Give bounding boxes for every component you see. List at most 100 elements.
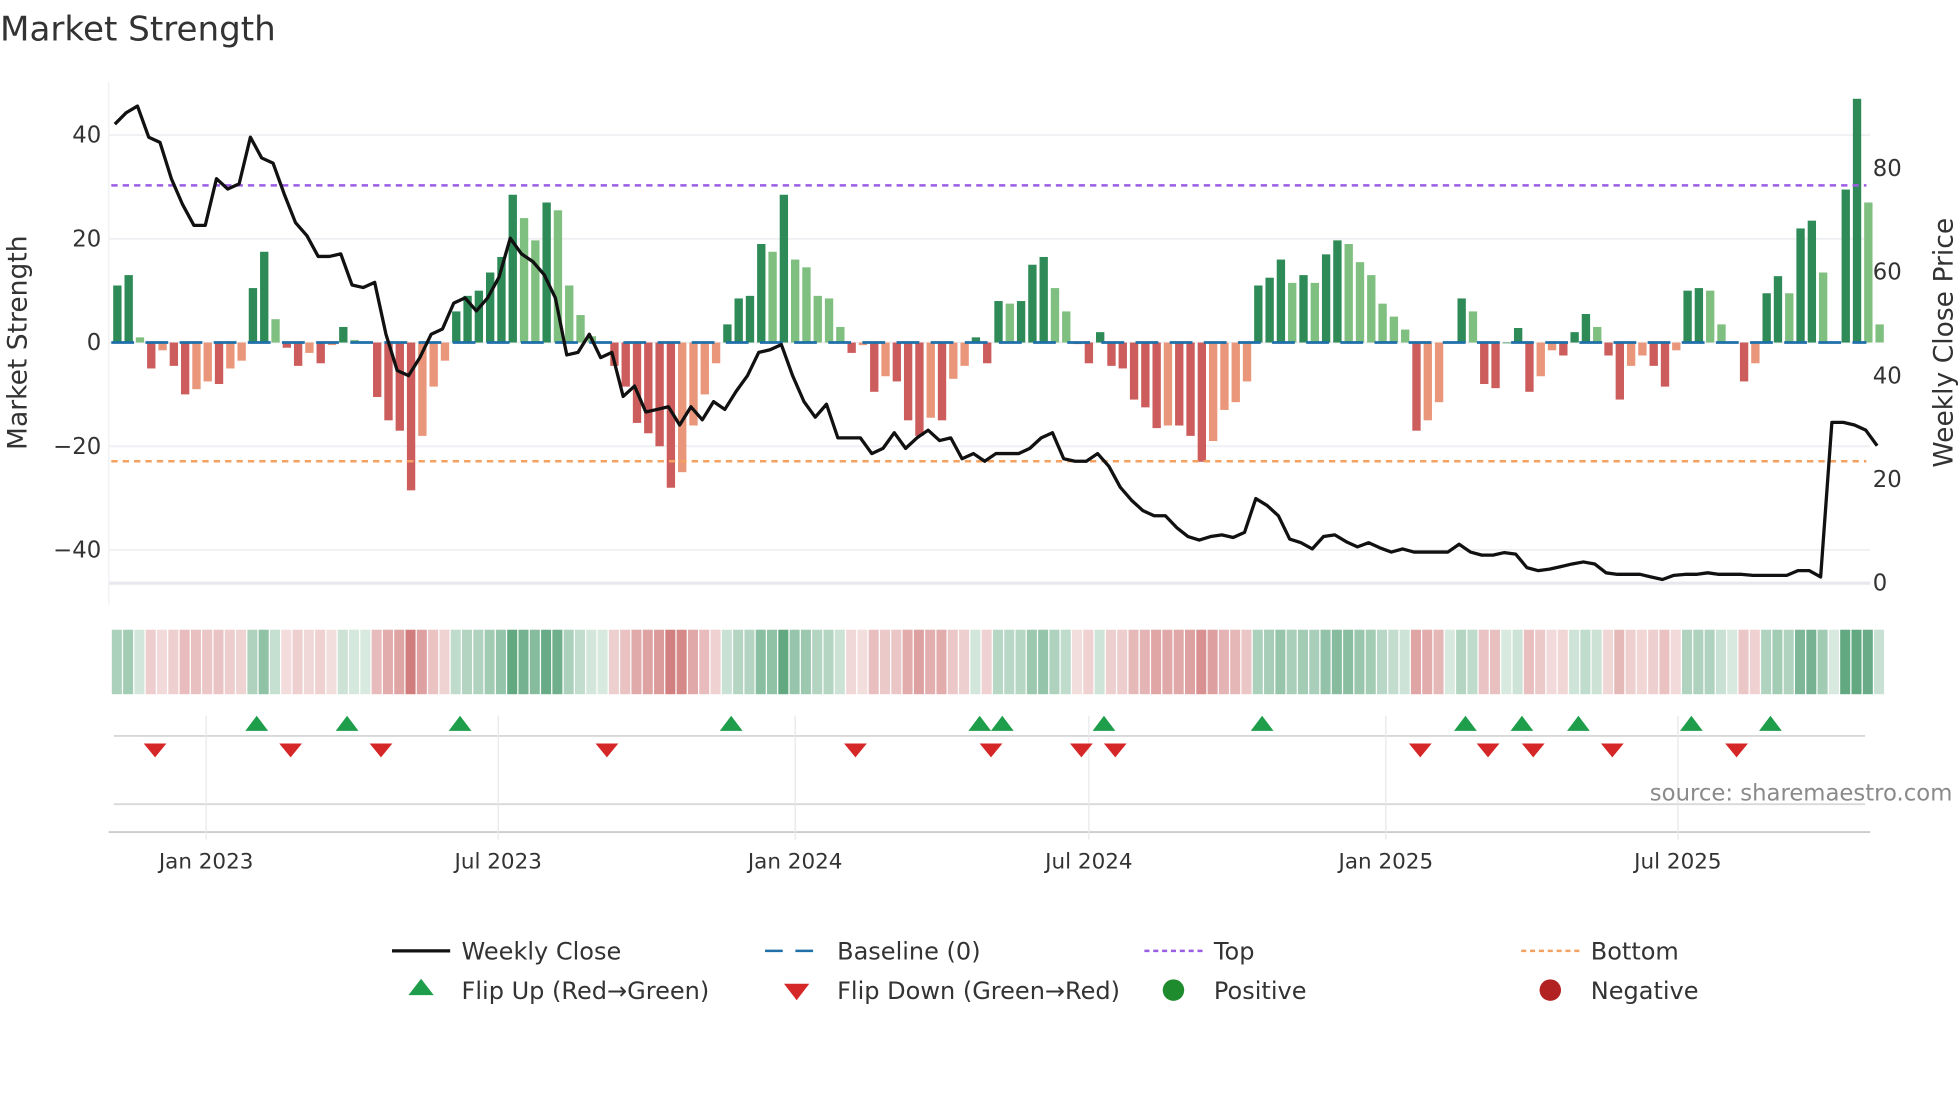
heat-cell [1648, 629, 1659, 695]
flip-down-marker [1103, 743, 1127, 758]
strength-bar [339, 326, 348, 343]
y-tick-label: 20 [72, 226, 101, 252]
legend-label: Top [1213, 938, 1255, 966]
heat-cell [1591, 629, 1602, 695]
heat-cell [145, 629, 156, 695]
strength-bar [1288, 282, 1297, 343]
heat-cell [981, 629, 992, 695]
flip-up-marker [335, 715, 359, 731]
strength-bar [949, 342, 958, 379]
heat-cell [1546, 629, 1557, 695]
heat-cell [868, 629, 879, 695]
strength-bar [621, 342, 630, 387]
strength-bar [1220, 342, 1229, 410]
strength-bar [1096, 332, 1105, 343]
strength-bar [768, 251, 777, 343]
heat-cell [608, 629, 619, 695]
strength-bar [1321, 254, 1331, 343]
heat-cell [1670, 629, 1681, 695]
heat-cell [959, 629, 970, 695]
flip-up-marker [1680, 715, 1703, 731]
strength-bar [1864, 202, 1873, 343]
legend-label: Weekly Close [462, 938, 622, 966]
heat-cell [913, 629, 924, 695]
strength-bar [1333, 240, 1342, 343]
strength-bar [1649, 342, 1658, 366]
strength-bar [903, 342, 913, 421]
heat-cell [360, 629, 371, 695]
strength-bar [1084, 342, 1094, 364]
y2-tick-label: 60 [1873, 260, 1902, 286]
strength-bar [1841, 189, 1850, 343]
heat-cell [755, 629, 766, 695]
heat-cell [1501, 629, 1512, 695]
legend-triangle-down-icon [784, 983, 810, 1001]
heat-cell [947, 629, 958, 695]
strength-bar [1231, 342, 1240, 403]
heat-cell [1038, 629, 1049, 695]
heat-cell [992, 629, 1003, 695]
flip-up-marker [448, 715, 472, 731]
heat-cell [111, 629, 122, 695]
strength-bar [1502, 342, 1512, 344]
strength-bar [531, 240, 540, 343]
heat-cell [1252, 629, 1263, 695]
heat-cell [1388, 629, 1399, 695]
heat-cell [642, 629, 653, 695]
strength-bar [1536, 342, 1545, 377]
heat-cell [1286, 629, 1297, 695]
strength-bar [1796, 228, 1805, 343]
strength-bar [1107, 342, 1116, 366]
y-tick-label: 40 [72, 123, 101, 149]
legend-label: Negative [1591, 977, 1699, 1005]
heat-cell [1727, 629, 1738, 695]
strength-bar [1129, 342, 1139, 400]
heat-cell [857, 629, 868, 695]
y-tick-label: −40 [53, 538, 101, 564]
strength-bar [147, 342, 156, 369]
heat-cell [1614, 629, 1625, 695]
strength-bar [632, 342, 642, 423]
heat-cell [473, 629, 484, 695]
reference-lines [111, 184, 1867, 463]
heat-cell [902, 629, 913, 695]
heat-cell [1354, 629, 1365, 695]
strength-bar [576, 315, 585, 343]
market-strength-chart: Market Strength Market Strength Weekly C… [0, 9, 1959, 1005]
heat-cell [1049, 629, 1060, 695]
flip-up-marker [719, 715, 743, 731]
heat-cell [1105, 629, 1116, 695]
flip-down-marker [844, 743, 867, 758]
strength-bar [802, 267, 811, 343]
strength-bar [644, 342, 653, 434]
heat-cell [1060, 629, 1071, 695]
heat-cell [586, 629, 597, 695]
flip-up-marker [1250, 715, 1274, 731]
strength-bar [1875, 324, 1884, 343]
strength-bar [271, 319, 280, 343]
heat-cell [224, 629, 235, 695]
strength-bar [1491, 342, 1500, 389]
heat-cell [1715, 629, 1726, 695]
heat-cell [710, 629, 721, 695]
heat-cell [1331, 629, 1342, 695]
strength-bar [892, 342, 902, 382]
strength-bar [180, 342, 190, 395]
heat-cell [1817, 629, 1828, 695]
strength-bar [1355, 262, 1365, 343]
legend-label: Bottom [1591, 938, 1679, 966]
heat-cell [1207, 629, 1218, 695]
strength-bar [169, 342, 179, 366]
strength-bar [1694, 288, 1704, 343]
y-tick-label: 0 [87, 330, 101, 356]
heat-cell [439, 629, 450, 695]
strength-bar [1672, 342, 1681, 351]
heat-cell [371, 629, 382, 695]
strength-bar [1208, 342, 1218, 442]
heat-cell [733, 629, 744, 695]
strength-bar [1604, 342, 1613, 356]
heat-cell [326, 629, 337, 695]
strength-bar [983, 342, 992, 364]
heat-cell [382, 629, 393, 695]
strength-bar [1739, 342, 1749, 382]
